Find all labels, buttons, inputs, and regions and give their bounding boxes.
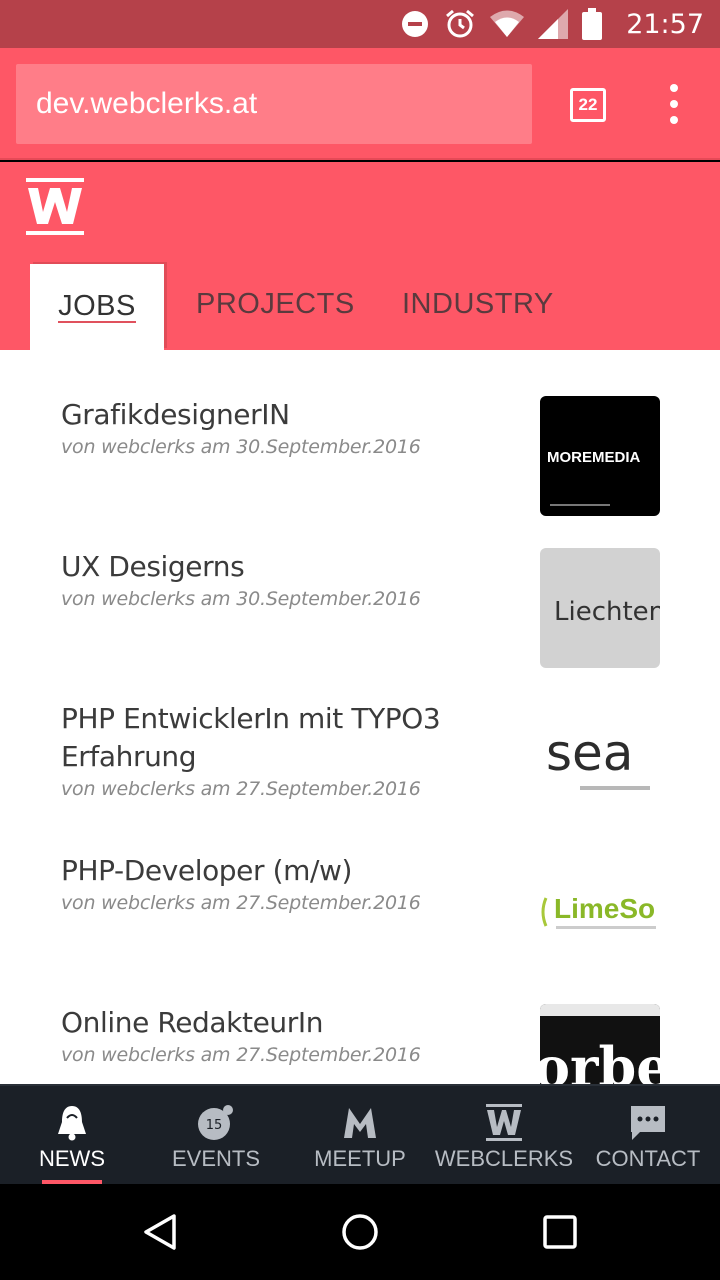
thumb-text: LimeSo — [554, 893, 655, 924]
job-title[interactable]: PHP EntwicklerIn mit TYPO3 Erfahrung — [61, 700, 501, 776]
events-badge: 15 — [206, 1118, 223, 1133]
job-title[interactable]: Online RedakteurIn — [61, 1004, 501, 1042]
jobs-list: GrafikdesignerIN von webclerks am 30.Sep… — [0, 350, 720, 1084]
job-meta: von webclerks am 27.September.2016 — [61, 778, 421, 800]
browser-toolbar: dev.webclerks.at 22 — [0, 48, 720, 160]
job-thumbnail[interactable]: LimeSo — [540, 852, 660, 972]
nav-meetup[interactable]: MEETUP — [288, 1086, 432, 1186]
back-icon[interactable] — [140, 1212, 180, 1257]
clock: 21:57 — [626, 8, 704, 40]
meetup-icon — [340, 1102, 380, 1142]
tab-switcher-button[interactable]: 22 — [570, 88, 606, 122]
job-thumbnail[interactable]: MOREMEDIA — [540, 396, 660, 516]
status-bar: 21:57 — [0, 0, 720, 48]
calendar-badge-icon: 15 — [196, 1102, 236, 1142]
tab-label: INDUSTRY — [402, 287, 554, 320]
thumb-text: sea — [546, 724, 633, 782]
recents-icon[interactable] — [542, 1214, 578, 1255]
tab-jobs[interactable]: JOBS — [30, 264, 164, 350]
tab-label: PROJECTS — [196, 287, 355, 320]
job-title[interactable]: PHP-Developer (m/w) — [61, 852, 501, 890]
home-icon[interactable] — [340, 1212, 380, 1257]
bell-icon — [52, 1102, 92, 1142]
job-meta: von webclerks am 27.September.2016 — [61, 892, 421, 914]
site-header: JOBS PROJECTS INDUSTRY — [0, 162, 720, 350]
nav-news[interactable]: NEWS — [0, 1086, 144, 1186]
webclerks-logo[interactable] — [26, 178, 84, 236]
job-meta: von webclerks am 30.September.2016 — [61, 436, 421, 458]
tab-projects[interactable]: PROJECTS — [196, 258, 355, 350]
tab-label: JOBS — [58, 290, 136, 323]
chat-icon — [628, 1102, 668, 1142]
alarm-icon — [444, 8, 476, 40]
nav-label: NEWS — [39, 1146, 105, 1171]
do-not-disturb-icon — [400, 9, 430, 39]
url-bar[interactable]: dev.webclerks.at — [16, 64, 532, 144]
job-meta: von webclerks am 27.September.2016 — [61, 1044, 421, 1066]
webclerks-icon — [484, 1102, 524, 1142]
url-text: dev.webclerks.at — [36, 87, 258, 120]
tab-industry[interactable]: INDUSTRY — [402, 258, 554, 350]
battery-icon — [582, 8, 603, 40]
nav-contact[interactable]: CONTACT — [576, 1086, 720, 1186]
job-title[interactable]: GrafikdesignerIN — [61, 396, 501, 434]
nav-label: EVENTS — [171, 1146, 261, 1171]
nav-webclerks[interactable]: WEBCLERKS — [432, 1086, 576, 1186]
category-tabs: JOBS PROJECTS INDUSTRY — [0, 258, 720, 350]
thumb-text: orbe — [540, 1035, 660, 1084]
bottom-navigation: NEWS 15 EVENTS MEETUP WEBCLERKS CONTACT — [0, 1084, 720, 1184]
job-title[interactable]: UX Desigerns — [61, 548, 501, 586]
nav-events[interactable]: 15 EVENTS — [144, 1086, 288, 1186]
thumb-text: Liechten — [554, 597, 660, 627]
job-thumbnail[interactable]: sea — [540, 700, 660, 820]
thumb-text: MOREMEDIA — [547, 449, 641, 466]
job-thumbnail[interactable]: orbe — [540, 1004, 660, 1084]
job-meta: von webclerks am 30.September.2016 — [61, 588, 421, 610]
wifi-icon — [490, 10, 525, 38]
system-navigation-bar — [0, 1184, 720, 1280]
nav-label: MEETUP — [314, 1146, 406, 1171]
signal-icon — [538, 9, 569, 39]
nav-label: WEBCLERKS — [434, 1146, 574, 1171]
job-thumbnail[interactable]: Liechten — [540, 548, 660, 668]
overflow-menu-icon[interactable] — [660, 84, 688, 124]
nav-label: CONTACT — [595, 1146, 701, 1171]
